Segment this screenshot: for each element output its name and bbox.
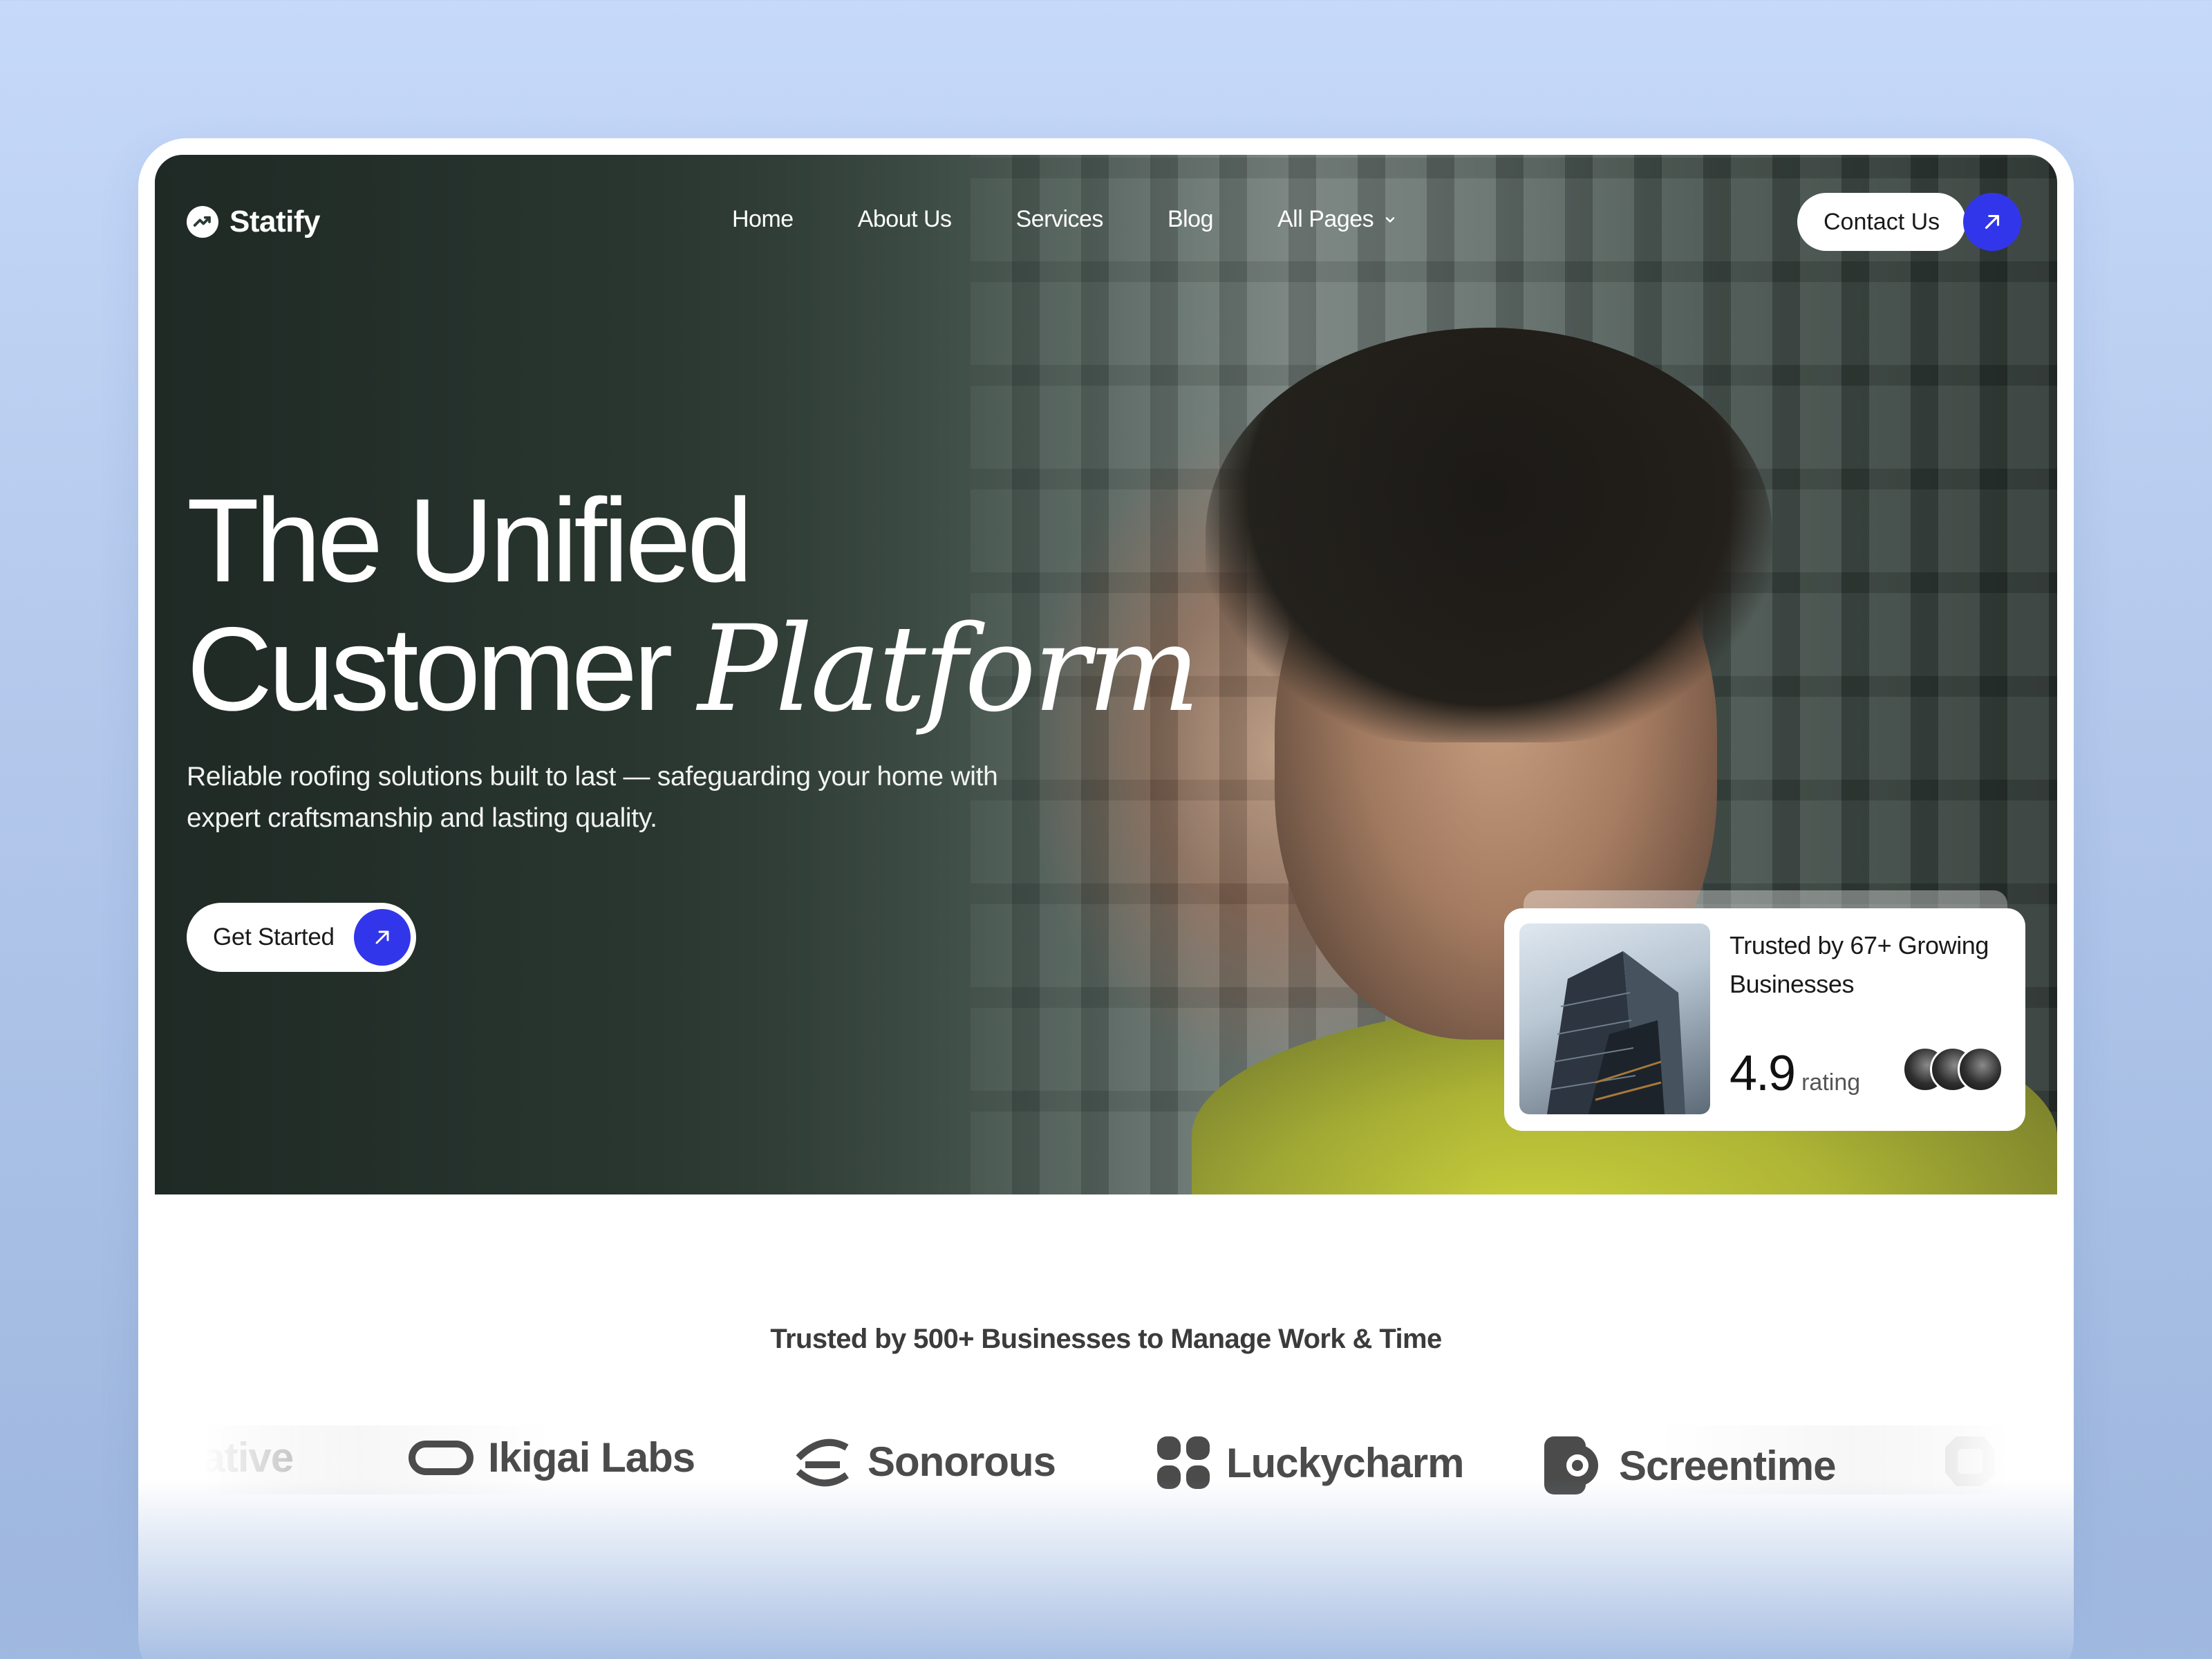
nav-link-about-us[interactable]: About Us — [858, 206, 952, 233]
waves-icon — [796, 1438, 849, 1487]
avatar — [1958, 1047, 2003, 1092]
headline-line-2-italic: Platform — [697, 599, 1200, 738]
trusted-section-title: Trusted by 500+ Businesses to Manage Wor… — [770, 1324, 1442, 1354]
nav-link-all-pages[interactable]: All Pages — [1277, 206, 1397, 233]
brand-logo-screentime: Screentime — [1541, 1434, 1836, 1494]
rating: 4.9 rating — [1730, 1045, 1860, 1102]
contact-us-group[interactable]: Contact Us — [1797, 193, 2022, 251]
headline-line-2-plain: Customer — [187, 603, 673, 735]
capsule-icon — [409, 1440, 474, 1475]
hero-section: Statify Home About Us Services Blog All … — [155, 155, 2057, 1194]
arrow-up-right-icon[interactable] — [1963, 193, 2022, 251]
hero-headline: The Unified Customer Platform — [187, 474, 1200, 735]
rating-value: 4.9 — [1730, 1046, 1796, 1101]
trust-card: Trusted by 67+ Growing Businesses 4.9 ra… — [1504, 908, 2025, 1131]
get-started-button[interactable]: Get Started — [187, 903, 416, 972]
building-image — [1519, 924, 1710, 1114]
brand-name-screentime: Screentime — [1619, 1442, 1836, 1489]
eye-icon — [1544, 1436, 1598, 1494]
brand-name-luckycharm: Luckycharm — [1226, 1439, 1464, 1486]
nav-link-all-pages-label: All Pages — [1277, 206, 1374, 232]
nav-link-home[interactable]: Home — [732, 206, 794, 233]
brand-logo-ikigai-labs: Ikigai Labs — [408, 1434, 695, 1481]
brand-logo-strip: rative Ikigai Labs Sonorous Luckycharm S… — [187, 1425, 2025, 1494]
nav-links: Home About Us Services Blog All Pages — [732, 206, 1397, 233]
headline-line-1: The Unified — [187, 474, 753, 607]
hero-subtitle: Reliable roofing solutions built to last… — [187, 762, 998, 833]
arrow-up-right-icon — [353, 909, 411, 966]
clover-icon — [1157, 1436, 1210, 1489]
brand-name: Statify — [229, 205, 320, 238]
nav-link-blog[interactable]: Blog — [1168, 206, 1214, 233]
contact-us-button[interactable]: Contact Us — [1797, 193, 1967, 251]
brand-logo[interactable]: Statify — [187, 205, 320, 239]
top-nav: Statify Home About Us Services Blog All … — [155, 155, 2057, 286]
avatar-group — [1902, 1047, 2003, 1092]
brand-logo-sonorous: Sonorous — [791, 1434, 1056, 1489]
trust-card-title: Trusted by 67+ Growing Businesses — [1730, 931, 1989, 998]
nav-link-services[interactable]: Services — [1016, 206, 1104, 233]
brand-name-sonorous: Sonorous — [868, 1438, 1056, 1485]
trust-card-body: Trusted by 67+ Growing Businesses 4.9 ra… — [1730, 924, 2010, 1116]
brand-logo-luckycharm: Luckycharm — [1154, 1434, 1464, 1492]
rating-label: rating — [1801, 1069, 1861, 1096]
brand-name-ikigai-labs: Ikigai Labs — [488, 1434, 695, 1481]
trend-up-icon — [187, 206, 218, 238]
get-started-label: Get Started — [213, 924, 335, 950]
chevron-down-icon — [1385, 216, 1395, 223]
